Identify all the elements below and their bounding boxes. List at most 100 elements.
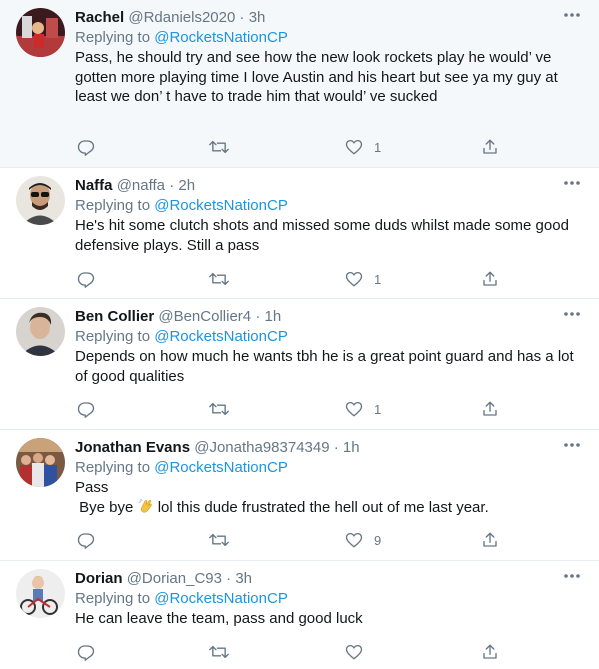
more-options-icon[interactable] (563, 10, 581, 20)
share-button[interactable] (481, 268, 499, 290)
tweet-header: Jonathan Evans @Jonatha98374349 · 1h (75, 438, 585, 458)
avatar[interactable] (16, 176, 65, 225)
like-button[interactable]: 9 (345, 529, 381, 551)
separator-dot: · (226, 570, 232, 587)
user-handle[interactable]: @Dorian_C93 (127, 570, 222, 587)
retweet-button[interactable] (209, 641, 240, 663)
reply-button[interactable] (77, 398, 106, 420)
share-icon (483, 271, 497, 286)
avatar[interactable] (16, 569, 65, 618)
retweet-button[interactable] (209, 398, 240, 420)
heart-icon (345, 271, 363, 287)
tweet-item[interactable]: Jonathan Evans @Jonatha98374349 · 1h Rep… (0, 430, 599, 561)
retweet-icon (209, 645, 229, 659)
display-name[interactable]: Jonathan Evans (75, 439, 190, 456)
avatar-basketball-arena-icon (16, 8, 65, 57)
separator-dot: · (239, 9, 245, 26)
more-options-icon[interactable] (563, 309, 581, 319)
like-button[interactable] (345, 641, 374, 663)
like-button[interactable]: 1 (345, 268, 381, 290)
reply-icon (77, 272, 95, 288)
share-button[interactable] (481, 398, 499, 420)
more-options-icon[interactable] (563, 571, 581, 581)
tweet-actions: 1 (75, 268, 515, 290)
retweet-icon (209, 533, 229, 547)
replying-prefix: Replying to (75, 328, 155, 345)
timestamp[interactable]: 1h (343, 439, 360, 456)
tweet-actions (75, 641, 515, 663)
replying-to: Replying to @RocketsNationCP (75, 327, 585, 347)
like-button[interactable]: 1 (345, 136, 381, 158)
like-button[interactable]: 1 (345, 398, 381, 420)
tweet-actions: 1 (75, 398, 515, 420)
avatar[interactable] (16, 8, 65, 57)
user-handle[interactable]: @Rdaniels2020 (128, 9, 235, 26)
tweet-item[interactable]: Ben Collier @BenCollier4 · 1h Replying t… (0, 299, 599, 430)
tweet-text: Pass, he should try and see how the new … (75, 49, 562, 105)
avatar-group-photo-icon (16, 438, 65, 487)
more-options-icon[interactable] (563, 178, 581, 188)
avatar-man-portrait-icon (16, 307, 65, 356)
display-name[interactable]: Dorian (75, 570, 123, 587)
retweet-button[interactable] (209, 268, 240, 290)
tweet-item[interactable]: Naffa @naffa · 2h Replying to @RocketsNa… (0, 168, 599, 299)
share-button[interactable] (481, 641, 499, 663)
replying-to: Replying to @RocketsNationCP (75, 589, 585, 609)
heart-icon (345, 644, 363, 660)
display-name[interactable]: Rachel (75, 9, 124, 26)
timestamp[interactable]: 3h (249, 9, 266, 26)
heart-icon (345, 401, 363, 417)
reply-button[interactable] (77, 529, 106, 551)
user-handle[interactable]: @BenCollier4 (158, 308, 251, 325)
separator-dot: · (333, 439, 339, 456)
like-count: 1 (374, 271, 382, 287)
reply-button[interactable] (77, 268, 106, 290)
tweet-item[interactable]: Rachel @Rdaniels2020 · 3h Replying to @R… (0, 0, 599, 168)
reply-button[interactable] (77, 641, 106, 663)
tweet-text-line: lol this dude frustrated the hell out of… (153, 498, 489, 516)
avatar-child-bike-icon (16, 569, 65, 618)
tweet-header: Ben Collier @BenCollier4 · 1h (75, 307, 585, 327)
user-handle[interactable]: @Jonatha98374349 (194, 439, 329, 456)
heart-icon (345, 532, 363, 548)
retweet-icon (209, 272, 229, 286)
tweet-text: Depends on how much he wants tbh he is a… (75, 348, 578, 385)
replying-prefix: Replying to (75, 29, 155, 46)
display-name[interactable]: Naffa (75, 177, 113, 194)
reply-icon (77, 140, 95, 156)
timestamp[interactable]: 3h (235, 570, 252, 587)
retweet-icon (209, 140, 229, 154)
avatar-man-sunglasses-icon (16, 176, 65, 225)
replying-prefix: Replying to (75, 197, 155, 214)
replying-to: Replying to @RocketsNationCP (75, 458, 585, 478)
avatar[interactable] (16, 438, 65, 487)
mention-link[interactable]: @RocketsNationCP (154, 459, 288, 476)
tweet-text: Pass Bye bye lol this dude frustrated th… (75, 478, 585, 517)
tweet-actions: 1 (75, 136, 515, 158)
retweet-button[interactable] (209, 529, 240, 551)
timestamp[interactable]: 1h (264, 308, 281, 325)
share-button[interactable] (481, 136, 499, 158)
display-name[interactable]: Ben Collier (75, 308, 154, 325)
reply-icon (77, 645, 95, 661)
reply-button[interactable] (77, 136, 106, 158)
tweet-header: Naffa @naffa · 2h (75, 176, 585, 196)
user-handle[interactable]: @naffa (117, 177, 165, 194)
tweet-item[interactable]: Dorian @Dorian_C93 · 3h Replying to @Roc… (0, 561, 599, 669)
replying-to: Replying to @RocketsNationCP (75, 28, 585, 48)
retweet-button[interactable] (209, 136, 240, 158)
share-button[interactable] (481, 529, 499, 551)
more-options-icon[interactable] (563, 440, 581, 450)
tweet-text-line: Pass (75, 479, 109, 496)
share-icon (483, 139, 497, 154)
share-icon (483, 401, 497, 416)
avatar[interactable] (16, 307, 65, 356)
mention-link[interactable]: @RocketsNationCP (154, 29, 288, 46)
mention-link[interactable]: @RocketsNationCP (154, 590, 288, 607)
separator-dot: · (255, 308, 261, 325)
mention-link[interactable]: @RocketsNationCP (154, 328, 288, 345)
tweet-actions: 9 (75, 529, 515, 551)
mention-link[interactable]: @RocketsNationCP (154, 197, 288, 214)
replying-prefix: Replying to (75, 459, 155, 476)
timestamp[interactable]: 2h (178, 177, 195, 194)
